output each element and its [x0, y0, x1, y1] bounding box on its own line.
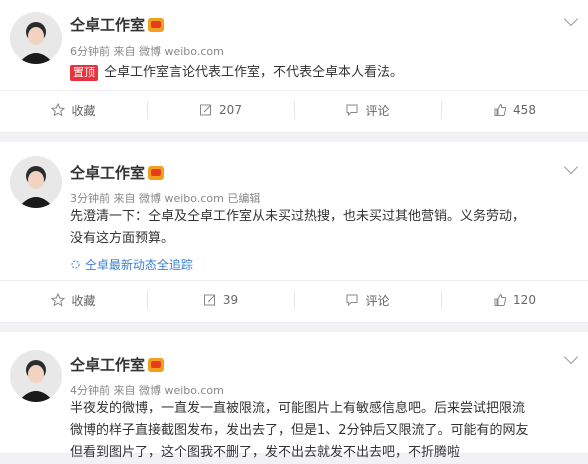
comment-icon — [346, 104, 358, 117]
author-name-text[interactable]: 仝卓工作室 — [70, 162, 145, 183]
avatar[interactable] — [10, 12, 62, 64]
author-name-text[interactable]: 仝卓工作室 — [70, 354, 145, 375]
comment-button[interactable]: 评论 — [294, 281, 441, 319]
vip-badge-icon — [148, 17, 165, 32]
like-count: 458 — [513, 103, 536, 117]
favorite-button[interactable]: 收藏 — [0, 281, 147, 319]
avatar[interactable] — [10, 350, 62, 402]
post-text-line: 半夜发的微博，一直发一直被限流，可能图片上有敏感信息吧。后来尝试把限流 — [70, 401, 526, 416]
repost-count: 39 — [222, 293, 239, 307]
like-icon — [494, 103, 507, 116]
post-text: 半夜发的微博，一直发一直被限流，可能图片上有敏感信息吧。后来尝试把限流 微博的样… — [70, 398, 580, 464]
chevron-down-icon[interactable] — [563, 349, 579, 365]
comment-button[interactable]: 评论 — [294, 91, 441, 129]
like-button[interactable]: 458 — [441, 91, 588, 129]
author-name[interactable]: 仝卓工作室 — [70, 162, 165, 183]
chevron-down-icon[interactable] — [563, 159, 579, 175]
favorite-button[interactable]: 收藏 — [0, 91, 147, 129]
post-text-line: 先澄清一下：仝卓及仝卓工作室从未买过热搜，也未买过其他营销。义务劳动， — [70, 209, 526, 224]
comment-label: 评论 — [365, 293, 390, 308]
favorite-label: 收藏 — [71, 293, 96, 308]
like-button[interactable]: 120 — [441, 281, 588, 319]
vip-badge-icon — [148, 165, 165, 180]
chevron-down-icon[interactable] — [563, 11, 579, 27]
avatar[interactable] — [10, 156, 62, 208]
post-text-line: 微博的样子直接截图发布，发出去了，但是1、2分钟后又限流了。可能有的网友 — [70, 423, 529, 438]
author-name-text[interactable]: 仝卓工作室 — [70, 14, 145, 35]
post-meta: 4分钟前 来自 微博 weibo.com — [70, 384, 224, 397]
post-meta: 6分钟前 来自 微博 weibo.com — [70, 45, 224, 58]
post-text: 先澄清一下：仝卓及仝卓工作室从未买过热搜，也未买过其他营销。义务劳动， 没有这方… — [70, 206, 580, 250]
favorite-label: 收藏 — [71, 103, 96, 118]
like-icon — [494, 293, 507, 306]
like-count: 120 — [513, 293, 536, 307]
action-bar: 收藏 39 评论 120 — [0, 280, 588, 319]
post-text-line: 没有这方面预算。 — [70, 231, 175, 246]
post-text: 置顶 仝卓工作室言论代表工作室，不代表仝卓本人看法。 — [70, 62, 580, 84]
repost-count: 207 — [219, 103, 242, 117]
repost-button[interactable]: 39 — [147, 281, 294, 319]
comment-icon — [346, 294, 358, 307]
action-bar: 收藏 207 评论 458 — [0, 90, 588, 129]
topic-link[interactable]: 仝卓最新动态全追踪 — [70, 256, 193, 273]
repost-icon — [203, 294, 216, 306]
comment-label: 评论 — [365, 103, 390, 118]
author-name[interactable]: 仝卓工作室 — [70, 354, 165, 375]
repost-button[interactable]: 207 — [147, 91, 294, 129]
repost-icon — [200, 104, 212, 116]
post-card: 仝卓工作室 4分钟前 来自 微博 weibo.com 半夜发的微博，一直发一直被… — [0, 332, 588, 460]
pinned-badge: 置顶 — [70, 65, 98, 81]
star-icon — [51, 103, 66, 117]
topic-link-label[interactable]: 仝卓最新动态全追踪 — [85, 258, 193, 272]
post-card: 仝卓工作室 6分钟前 来自 微博 weibo.com 置顶 仝卓工作室言论代表工作… — [0, 0, 588, 133]
vip-badge-icon — [148, 357, 165, 372]
author-name[interactable]: 仝卓工作室 — [70, 14, 165, 35]
star-icon — [51, 293, 66, 307]
refresh-icon — [71, 260, 80, 269]
post-meta: 3分钟前 来自 微博 weibo.com 已编辑 — [70, 192, 261, 205]
post-card: 仝卓工作室 3分钟前 来自 微博 weibo.com 已编辑 先澄清一下：仝卓及… — [0, 142, 588, 323]
post-text-line: 但看到图片了，这个图我不删了，发不出去就发不出去吧，不折腾啦 — [70, 445, 461, 460]
post-text-content: 仝卓工作室言论代表工作室，不代表仝卓本人看法。 — [104, 65, 404, 80]
